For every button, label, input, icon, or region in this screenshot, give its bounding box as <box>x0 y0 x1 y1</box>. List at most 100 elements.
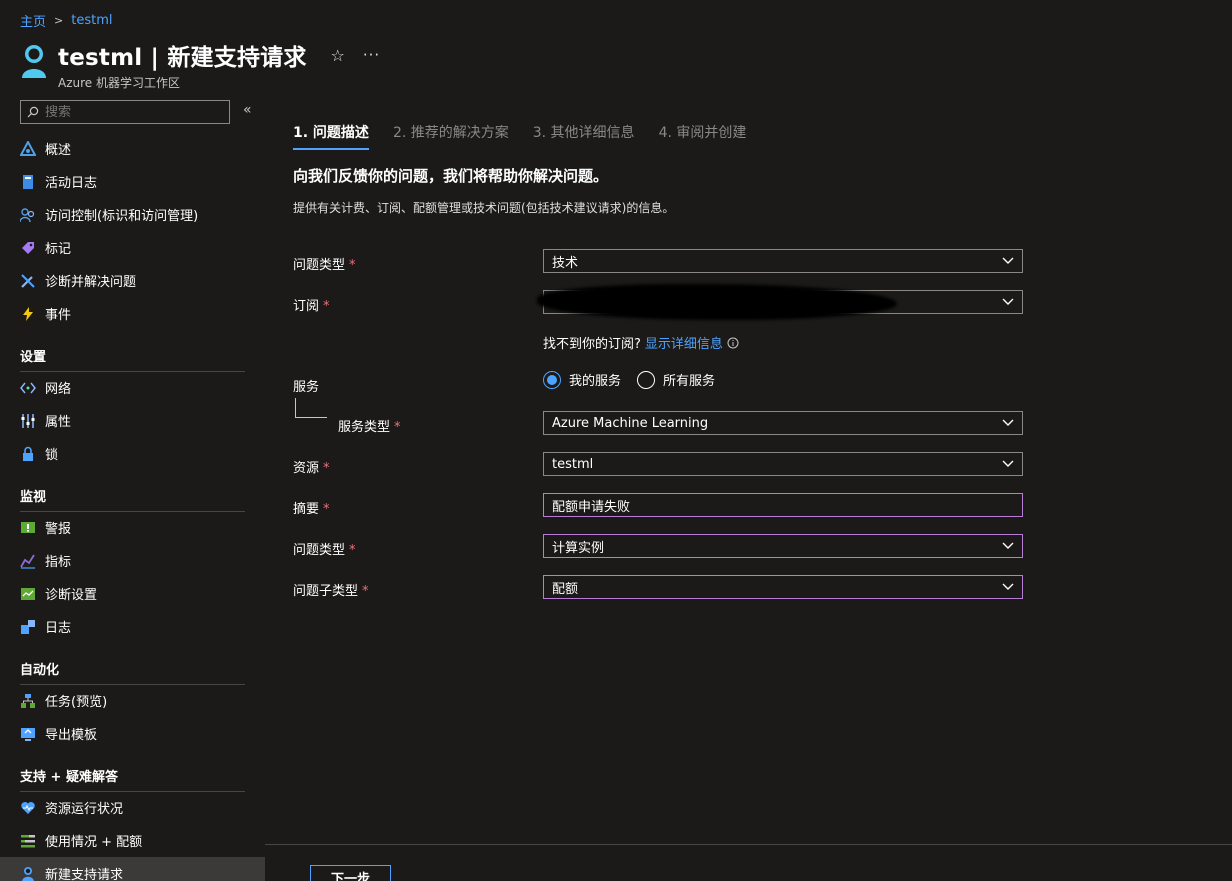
show-details-link[interactable]: 显示详细信息 <box>645 333 723 352</box>
chevron-down-icon <box>1002 542 1014 549</box>
service-radio-group: 我的服务 所有服务 <box>543 370 715 389</box>
sidebar-search-input[interactable] <box>45 104 215 120</box>
problem-type-dropdown[interactable]: 计算实例 <box>543 534 1023 558</box>
sidebar-item-label: 导出模板 <box>45 728 98 743</box>
sidebar-item-tasks[interactable]: 任务(预览) <box>0 684 265 717</box>
ml-workspace-icon <box>22 45 46 78</box>
problem-type-label: 问题类型 * <box>293 543 356 558</box>
heart-icon <box>20 800 36 816</box>
my-services-label: 我的服务 <box>569 374 622 389</box>
sidebar-item-label: 使用情况 + 配额 <box>45 835 143 850</box>
sidebar-item-label: 诊断并解决问题 <box>45 275 137 290</box>
subscription-hint: 找不到你的订阅? 显示详细信息 <box>543 333 739 352</box>
sidebar-item-metrics[interactable]: 指标 <box>0 544 265 577</box>
sidebar-item-alerts[interactable]: 警报 <box>0 511 265 544</box>
sidebar-item-logs[interactable]: 日志 <box>0 610 265 643</box>
info-icon[interactable] <box>727 337 739 349</box>
summary-label: 摘要 * <box>293 502 330 517</box>
resource-dropdown[interactable]: testml <box>543 452 1023 476</box>
support-request-icon <box>20 866 36 881</box>
my-services-radio[interactable] <box>543 370 561 389</box>
tab-recommended-solutions[interactable]: 2. 推荐的解决方案 <box>393 122 509 150</box>
next-button[interactable]: 下一步 <box>310 865 391 881</box>
tab-review-create[interactable]: 4. 审阅并创建 <box>659 122 747 150</box>
all-services-radio[interactable] <box>637 370 656 389</box>
sidebar-item-label: 属性 <box>45 415 72 430</box>
sidebar-item-label: 事件 <box>45 308 72 323</box>
service-type-dropdown[interactable]: Azure Machine Learning <box>543 411 1023 435</box>
required-marker: * <box>362 584 369 599</box>
tab-problem-description[interactable]: 1. 问题描述 <box>293 122 369 150</box>
sidebar-item-networking[interactable]: 网络 <box>0 371 265 404</box>
required-marker: * <box>394 420 401 435</box>
resource-label: 资源 * <box>293 461 330 476</box>
redaction-mark <box>537 284 897 320</box>
usage-quota-icon <box>20 833 36 849</box>
lock-icon <box>20 446 36 462</box>
page-subtitle: Azure 机器学习工作区 <box>58 76 180 90</box>
sidebar-item-export-template[interactable]: 导出模板 <box>0 717 265 750</box>
sidebar-item-label: 标记 <box>45 242 72 257</box>
search-icon <box>27 106 39 118</box>
subscription-hint-text: 找不到你的订阅? <box>543 337 641 352</box>
sidebar-item-diagnose[interactable]: 诊断并解决问题 <box>0 264 265 297</box>
sidebar-item-label: 日志 <box>45 621 72 636</box>
sidebar-item-label: 资源运行状况 <box>45 802 124 817</box>
diagnostic-settings-icon <box>20 586 36 602</box>
sidebar-item-access-control[interactable]: 访问控制(标识和访问管理) <box>0 198 265 231</box>
sidebar-item-label: 警报 <box>45 522 72 537</box>
required-marker: * <box>323 461 330 476</box>
problem-subtype-label: 问题子类型 * <box>293 584 369 599</box>
sidebar-item-label: 概述 <box>45 143 72 158</box>
sidebar-item-new-support-request[interactable]: 新建支持请求 <box>0 857 265 881</box>
section-heading-automation: 自动化 <box>20 659 245 685</box>
sidebar-search[interactable] <box>20 100 230 124</box>
sidebar: « 概述 活动日志 访问控制(标识和访问管理) 标记 诊断并解决问题 事件 设置… <box>0 100 265 881</box>
sidebar-item-tags[interactable]: 标记 <box>0 231 265 264</box>
summary-input[interactable]: 配额申请失败 <box>543 493 1023 517</box>
breadcrumb: 主页 > testml <box>20 11 112 30</box>
chevron-down-icon <box>1002 257 1014 264</box>
sidebar-item-locks[interactable]: 锁 <box>0 437 265 470</box>
issue-type-dropdown[interactable]: 技术 <box>543 249 1023 273</box>
required-marker: * <box>323 299 330 314</box>
overview-icon <box>20 140 36 157</box>
breadcrumb-home-link[interactable]: 主页 <box>20 11 46 30</box>
more-options-icon[interactable]: ··· <box>363 46 380 64</box>
properties-icon <box>20 413 36 429</box>
sidebar-item-properties[interactable]: 属性 <box>0 404 265 437</box>
sidebar-item-label: 网络 <box>45 382 72 397</box>
sidebar-item-label: 任务(预览) <box>45 695 108 710</box>
wrench-icon <box>20 273 36 289</box>
sidebar-item-label: 诊断设置 <box>45 588 98 603</box>
sidebar-item-overview[interactable]: 概述 <box>0 132 265 165</box>
problem-type-value: 计算实例 <box>552 540 605 556</box>
metrics-icon <box>20 553 36 569</box>
problem-subtype-dropdown[interactable]: 配额 <box>543 575 1023 599</box>
section-heading-settings: 设置 <box>20 346 245 372</box>
required-marker: * <box>349 543 356 558</box>
sidebar-item-resource-health[interactable]: 资源运行状况 <box>0 791 265 824</box>
service-type-label: 服务类型 * <box>338 420 401 435</box>
wizard-content: 1. 问题描述 2. 推荐的解决方案 3. 其他详细信息 4. 审阅并创建 向我… <box>265 100 1232 881</box>
sidebar-item-label: 活动日志 <box>45 176 98 191</box>
sidebar-item-events[interactable]: 事件 <box>0 297 265 330</box>
collapse-sidebar-icon[interactable]: « <box>243 102 252 118</box>
service-type-value: Azure Machine Learning <box>552 415 709 431</box>
chevron-right-icon: > <box>54 14 64 27</box>
sidebar-item-label: 访问控制(标识和访问管理) <box>45 209 199 224</box>
sidebar-item-diagnostic-settings[interactable]: 诊断设置 <box>0 577 265 610</box>
subscription-label: 订阅 * <box>293 299 330 314</box>
problem-subtype-value: 配额 <box>552 581 579 597</box>
activity-log-icon <box>20 174 36 190</box>
favorite-star-icon[interactable]: ☆ <box>331 46 345 65</box>
tab-additional-details[interactable]: 3. 其他详细信息 <box>533 122 635 150</box>
all-services-label: 所有服务 <box>663 374 716 389</box>
tasks-icon <box>20 693 36 709</box>
chevron-down-icon <box>1002 298 1014 305</box>
sidebar-item-activity-log[interactable]: 活动日志 <box>0 165 265 198</box>
sidebar-item-usage-quotas[interactable]: 使用情况 + 配额 <box>0 824 265 857</box>
breadcrumb-current-link[interactable]: testml <box>71 13 112 28</box>
wizard-tabs: 1. 问题描述 2. 推荐的解决方案 3. 其他详细信息 4. 审阅并创建 <box>293 122 746 150</box>
page-header: testml | 新建支持请求 ☆ ··· Azure 机器学习工作区 <box>20 38 380 91</box>
